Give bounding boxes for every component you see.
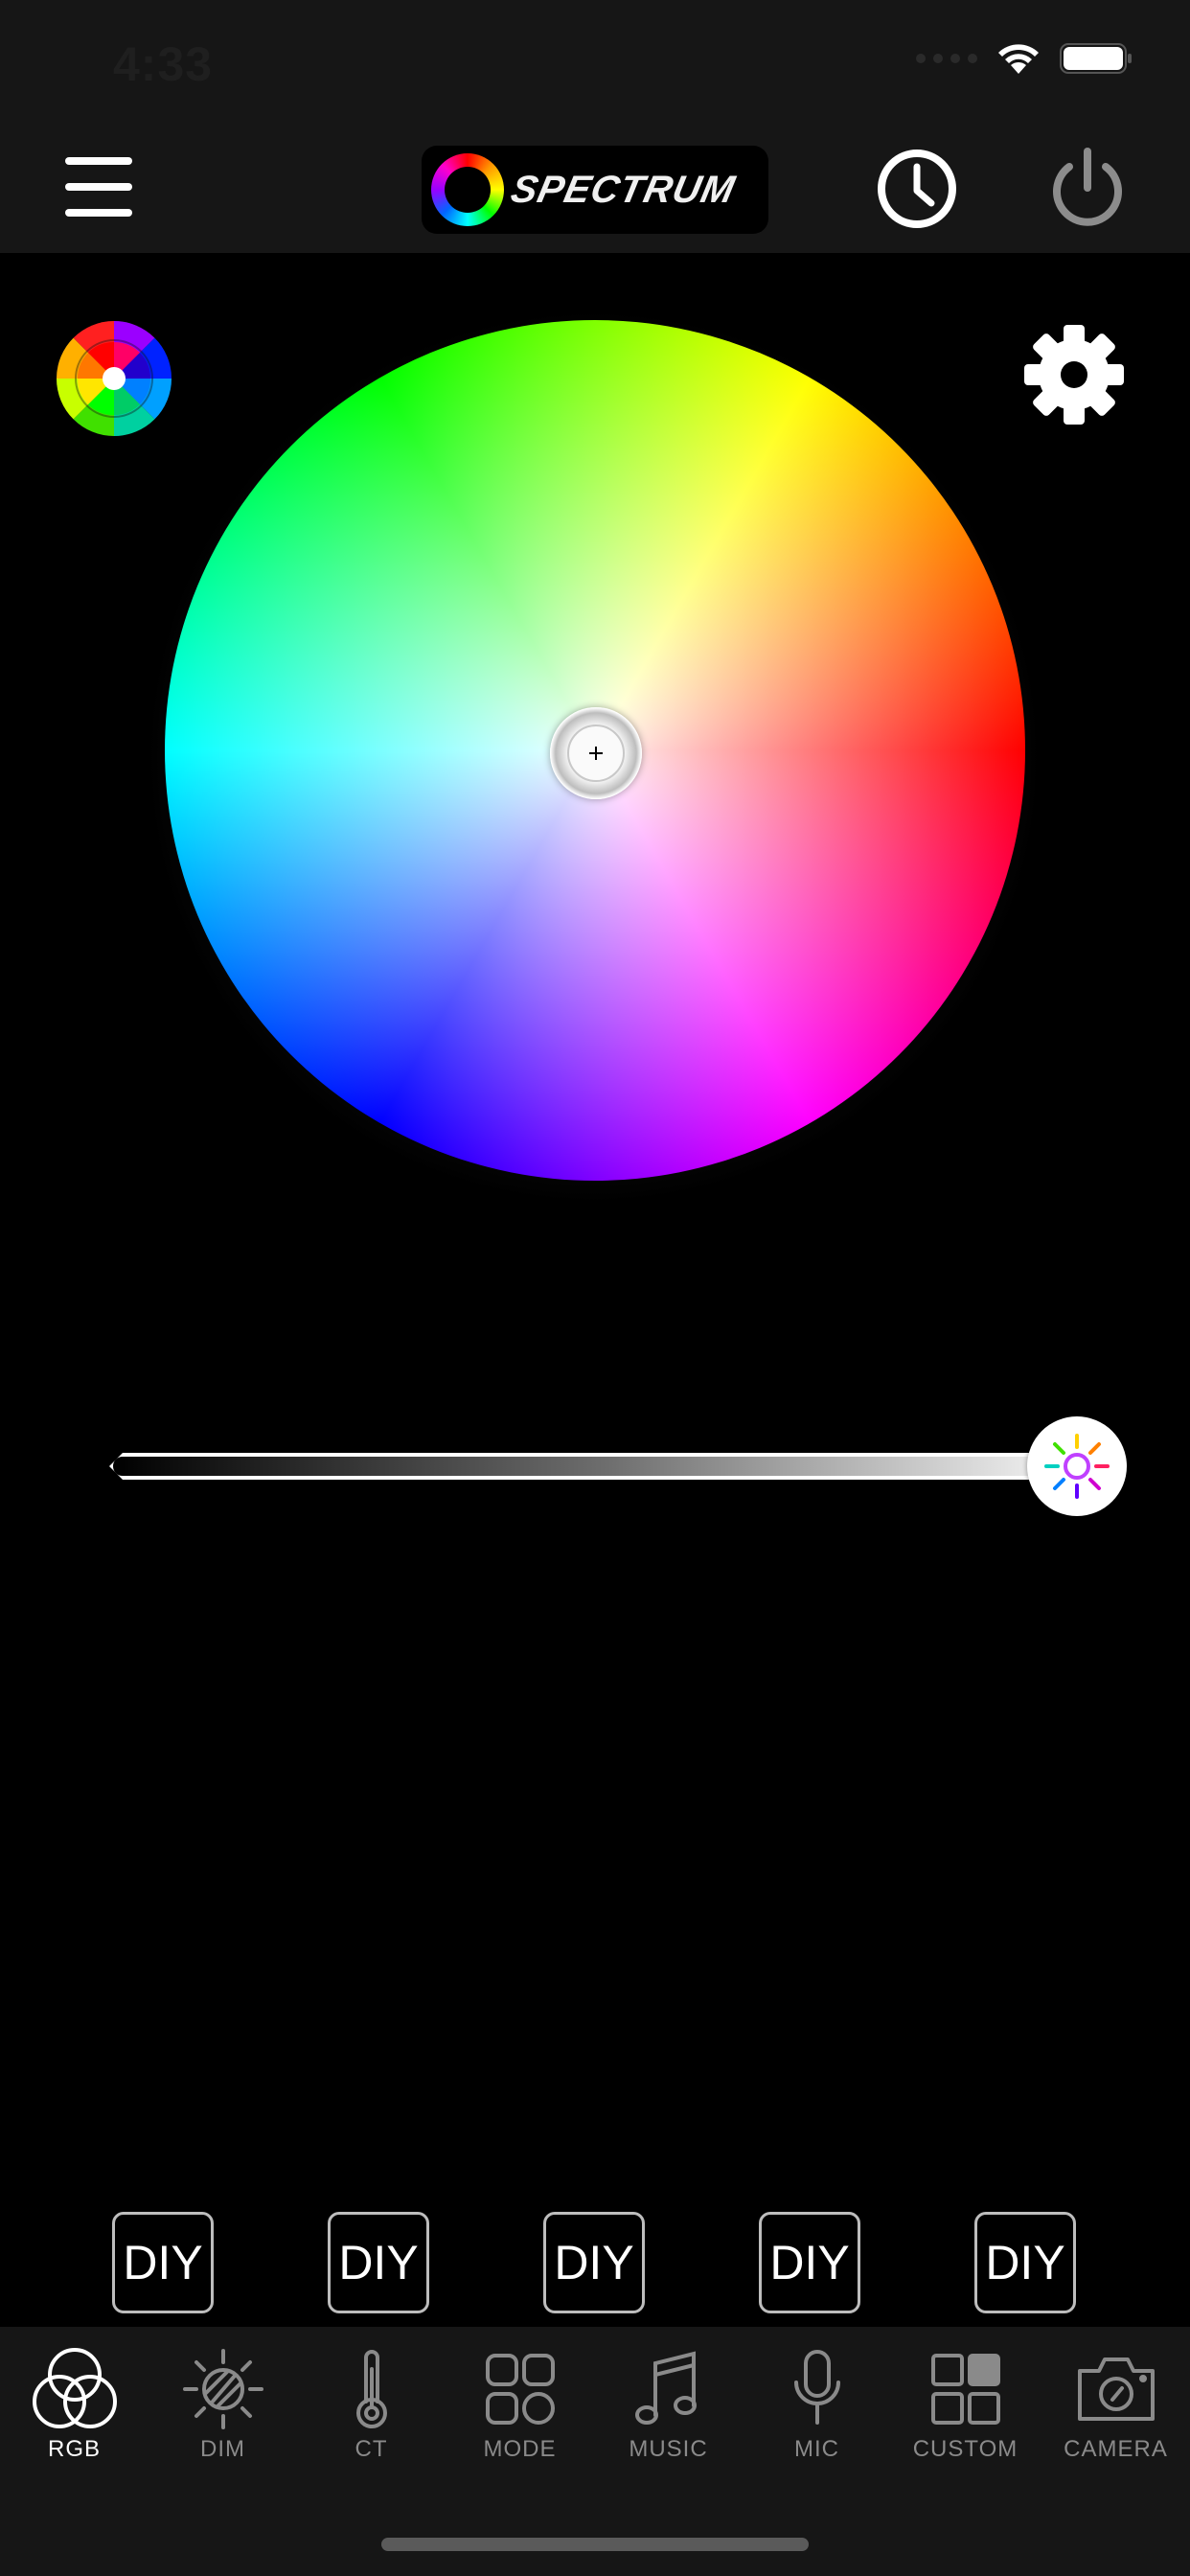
- color-palette-button[interactable]: [56, 320, 172, 437]
- tab-ct[interactable]: CT: [297, 2346, 446, 2480]
- music-note-icon: [634, 2351, 697, 2425]
- app-header: 4:33 SPECTRUM: [0, 0, 1190, 253]
- cellular-signal-icon: [916, 54, 977, 63]
- status-icons: [916, 42, 1133, 75]
- diy-button-5[interactable]: DIY: [974, 2212, 1076, 2313]
- thermometer-icon: [355, 2350, 387, 2428]
- diy-button-3[interactable]: DIY: [543, 2212, 645, 2313]
- tab-music[interactable]: MUSIC: [594, 2346, 743, 2480]
- tab-label-ct: CT: [355, 2436, 388, 2462]
- dim-icon: [182, 2349, 263, 2429]
- menu-button[interactable]: [63, 151, 134, 222]
- spectrum-ring-icon: [431, 153, 504, 226]
- tab-label-music: MUSIC: [629, 2436, 708, 2462]
- camera-icon: [1077, 2358, 1155, 2421]
- diy-button-1[interactable]: DIY: [112, 2212, 214, 2313]
- logo-text: SPECTRUM: [507, 168, 740, 211]
- tab-label-camera: CAMERA: [1064, 2436, 1168, 2462]
- tab-label-rgb: RGB: [47, 2436, 101, 2462]
- color-wheel-segments-icon: [57, 321, 172, 436]
- diy-button-2[interactable]: DIY: [328, 2212, 429, 2313]
- mode-grid-icon: [485, 2354, 555, 2425]
- rgb-circles-icon: [32, 2348, 117, 2428]
- gear-icon: [1024, 325, 1124, 425]
- tab-label-custom: CUSTOM: [912, 2436, 1018, 2462]
- rainbow-sun-icon: [1044, 1434, 1110, 1499]
- tab-custom[interactable]: CUSTOM: [891, 2346, 1040, 2480]
- hamburger-menu-icon: [65, 157, 132, 217]
- crosshair-icon: [589, 747, 603, 760]
- brightness-slider-track[interactable]: [109, 1453, 1106, 1480]
- power-icon: [1053, 148, 1122, 226]
- status-time: 4:33: [113, 37, 214, 91]
- wifi-icon: [996, 42, 1041, 75]
- custom-grid-icon: [930, 2354, 1000, 2425]
- home-indicator[interactable]: [381, 2538, 809, 2551]
- tab-rgb[interactable]: RGB: [0, 2346, 149, 2480]
- tab-camera[interactable]: CAMERA: [1041, 2346, 1190, 2480]
- timer-button[interactable]: [876, 148, 958, 230]
- clock-icon: [878, 150, 956, 228]
- microphone-icon: [793, 2350, 840, 2425]
- diy-buttons-row: DIY DIY DIY DIY DIY: [0, 2212, 1190, 2315]
- tab-label-dim: DIM: [200, 2436, 245, 2462]
- spectrum-logo: SPECTRUM: [422, 146, 768, 234]
- tab-label-mic: MIC: [794, 2436, 839, 2462]
- settings-button[interactable]: [1021, 322, 1127, 427]
- battery-icon: [1060, 42, 1133, 75]
- color-wheel-picker[interactable]: [550, 707, 642, 799]
- tab-mic[interactable]: MIC: [743, 2346, 891, 2480]
- tab-label-mode: MODE: [483, 2436, 557, 2462]
- power-button[interactable]: [1044, 146, 1131, 232]
- diy-button-4[interactable]: DIY: [759, 2212, 860, 2313]
- brightness-slider-thumb[interactable]: [1027, 1416, 1127, 1516]
- tab-mode[interactable]: MODE: [446, 2346, 594, 2480]
- tab-dim[interactable]: DIM: [149, 2346, 297, 2480]
